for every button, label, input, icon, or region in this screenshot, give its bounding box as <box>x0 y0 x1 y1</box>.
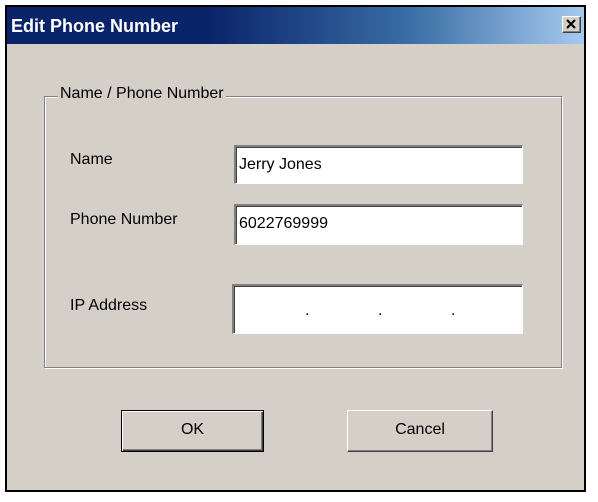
close-button[interactable] <box>562 16 581 33</box>
ip-separator: . <box>305 302 310 319</box>
ok-button[interactable]: OK <box>121 410 264 452</box>
ip-separator: . <box>451 302 456 319</box>
title-bar[interactable]: Edit Phone Number <box>7 7 584 44</box>
cancel-button-label: Cancel <box>395 421 445 438</box>
ok-button-label: OK <box>180 421 205 438</box>
edit-phone-dialog: Edit Phone Number Name / Phone Number Na… <box>5 5 586 492</box>
cancel-button[interactable]: Cancel <box>347 410 493 452</box>
name-label: Name <box>70 151 113 168</box>
name-field[interactable]: Jerry Jones <box>234 145 523 184</box>
ip-address-field[interactable]: . . . <box>232 284 523 334</box>
phone-number-label: Phone Number <box>70 211 178 228</box>
dialog-title: Edit Phone Number <box>11 16 179 36</box>
close-icon <box>566 19 576 29</box>
ip-address-label: IP Address <box>70 297 148 314</box>
ip-separator: . <box>378 302 383 319</box>
groupbox-legend: Name / Phone Number <box>58 85 226 103</box>
phone-number-field[interactable]: 6022769999 <box>234 204 523 245</box>
